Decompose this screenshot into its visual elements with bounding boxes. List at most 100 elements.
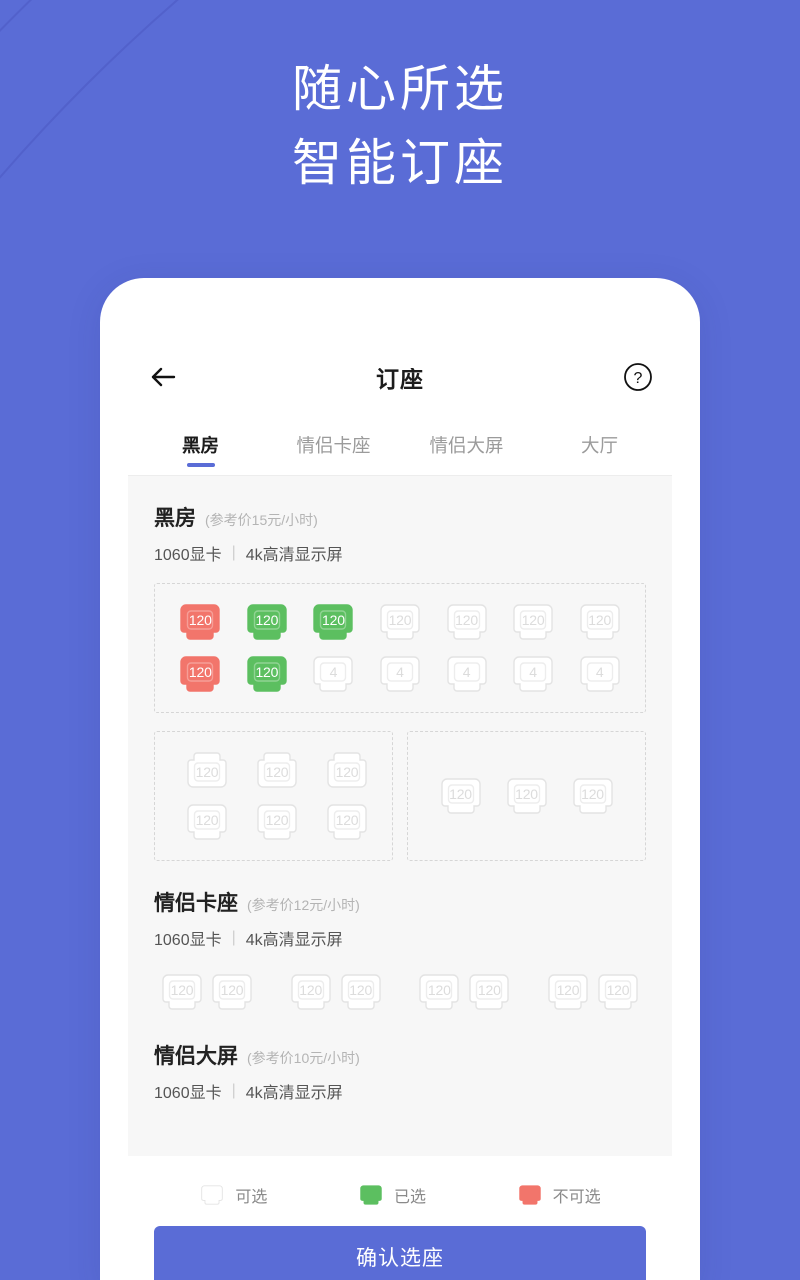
- legend-label: 可选: [235, 1189, 268, 1206]
- seat-zone-main: 120 120 120 120 120 120 120 120 120 4 4 …: [154, 583, 646, 713]
- seat-avail[interactable]: 4: [309, 652, 357, 696]
- seat-avail[interactable]: 4: [576, 652, 624, 696]
- seat-avail[interactable]: 120: [287, 970, 335, 1014]
- tab-couple-bigscreen[interactable]: 情侣大屏: [400, 414, 533, 475]
- legend-item-available: 可选: [199, 1183, 267, 1207]
- seat-number: 120: [255, 612, 279, 628]
- section-price: (参考价10元/小时): [247, 1050, 360, 1066]
- seat-avail[interactable]: 120: [415, 970, 463, 1014]
- seat-avail[interactable]: 120: [465, 970, 513, 1014]
- seat-sel[interactable]: 120: [243, 652, 291, 696]
- seat-avail[interactable]: 120: [576, 600, 624, 644]
- seat-avail[interactable]: 4: [509, 652, 557, 696]
- headline-line-2: 智能订座: [292, 135, 508, 191]
- seat-map-scroll-area[interactable]: 黑房 (参考价15元/小时) 1060显卡 | 4k高清显示屏 120 120 …: [128, 476, 672, 1280]
- couple-seat-pair[interactable]: 120 120: [287, 970, 385, 1014]
- legend-item-selected: 已选: [358, 1183, 426, 1207]
- seat-sel[interactable]: 120: [309, 600, 357, 644]
- couple-seat-pair[interactable]: 120 120: [544, 970, 642, 1014]
- seat-avail[interactable]: 120: [183, 800, 231, 844]
- tab-hall[interactable]: 大厅: [533, 414, 666, 475]
- back-button[interactable]: [146, 360, 180, 394]
- question-circle-icon: ?: [624, 363, 652, 391]
- section-spec: 1060显卡 | 4k高清显示屏: [154, 541, 646, 565]
- seat-number: 120: [606, 982, 630, 998]
- tab-label: 情侣卡座: [296, 434, 371, 456]
- seat-avail[interactable]: 4: [376, 652, 424, 696]
- arrow-left-icon: [151, 367, 176, 387]
- seat-number: 120: [335, 764, 359, 780]
- tab-label: 情侣大屏: [429, 434, 504, 456]
- section-title: 黑房: [154, 507, 196, 530]
- spec-gpu: 1060显卡: [154, 932, 222, 949]
- seat-avail[interactable]: 120: [253, 748, 301, 792]
- seat-avail[interactable]: 120: [376, 600, 424, 644]
- seat-avail[interactable]: 120: [509, 600, 557, 644]
- seat-row: 120 120 120: [420, 774, 633, 818]
- seat-avail[interactable]: 120: [183, 748, 231, 792]
- tab-black-room[interactable]: 黑房: [134, 414, 267, 475]
- seat-unavail: 120: [176, 600, 224, 644]
- legend-label: 已选: [393, 1189, 426, 1206]
- confirm-seat-button[interactable]: 确认选座: [154, 1226, 646, 1280]
- seat-number: 120: [188, 664, 212, 680]
- section-title: 情侣大屏: [154, 1045, 238, 1068]
- seat-number: 120: [455, 612, 478, 628]
- section-couple-bigscreen: 情侣大屏 (参考价10元/小时) 1060显卡 | 4k高清显示屏: [128, 1014, 672, 1103]
- seat-avail[interactable]: 120: [503, 774, 551, 818]
- seat-number: 120: [265, 812, 289, 828]
- seat-number: 4: [595, 664, 604, 680]
- spec-gpu: 1060显卡: [154, 1085, 222, 1102]
- seat-avail[interactable]: 120: [323, 800, 371, 844]
- seat-avail[interactable]: 120: [437, 774, 485, 818]
- seat-number: 4: [462, 664, 471, 680]
- seat-number: 120: [521, 612, 545, 628]
- tab-couple-booth[interactable]: 情侣卡座: [267, 414, 400, 475]
- seat-number: 120: [388, 612, 412, 628]
- seat-number: 120: [188, 612, 212, 628]
- tab-label: 大厅: [580, 434, 618, 456]
- seat-number: 4: [529, 664, 537, 680]
- legend-item-unavailable: 不可选: [517, 1183, 601, 1207]
- seat-number: 120: [449, 786, 472, 802]
- couple-seat-pair[interactable]: 120 120: [415, 970, 513, 1014]
- legend-label: 不可选: [552, 1189, 601, 1206]
- seat-avail[interactable]: 120: [443, 600, 491, 644]
- room-type-tabbar[interactable]: 黑房 情侣卡座 情侣大屏 大厅: [128, 414, 672, 476]
- tab-active-indicator: [186, 463, 215, 467]
- spec-screen: 4k高清显示屏: [245, 932, 343, 949]
- spec-screen: 4k高清显示屏: [245, 1085, 343, 1102]
- seat-number: 120: [322, 612, 345, 628]
- seat-avail[interactable]: 120: [569, 774, 617, 818]
- seat-number: 120: [477, 982, 501, 998]
- seat-avail[interactable]: 120: [544, 970, 592, 1014]
- seat-unavailable-icon: [517, 1183, 543, 1207]
- couple-seat-pair[interactable]: 120 120: [158, 970, 256, 1014]
- seat-sel[interactable]: 120: [243, 600, 291, 644]
- spec-divider: |: [231, 1082, 236, 1099]
- seat-row: 120 120 4 4 4 4 4: [167, 652, 633, 696]
- seat-avail[interactable]: 120: [323, 748, 371, 792]
- bottom-action-bar: 可选 已选 不可选 确认选座: [128, 1156, 672, 1280]
- seat-number: 120: [170, 982, 194, 998]
- seat-avail[interactable]: 120: [208, 970, 256, 1014]
- seat-avail[interactable]: 120: [253, 800, 301, 844]
- seat-avail[interactable]: 120: [158, 970, 206, 1014]
- seat-avail[interactable]: 120: [594, 970, 642, 1014]
- help-button[interactable]: ?: [622, 361, 654, 393]
- promo-poster: 随心所选 智能订座 订座 ? 黑房 情侣卡座 情侣大屏 大厅 黑房 (参考价15…: [0, 0, 800, 1280]
- seat-zone-right: 120 120 120: [407, 731, 646, 861]
- seat-number: 120: [581, 786, 604, 802]
- seat-number: 120: [195, 764, 219, 780]
- section-couple-booth: 情侣卡座 (参考价12元/小时) 1060显卡 | 4k高清显示屏 120 12…: [128, 861, 672, 1014]
- spec-gpu: 1060显卡: [154, 547, 222, 564]
- seat-number: 120: [299, 982, 323, 998]
- seat-number: 120: [265, 764, 289, 780]
- seat-avail[interactable]: 4: [443, 652, 491, 696]
- section-price: (参考价12元/小时): [247, 897, 360, 913]
- seat-avail[interactable]: 120: [337, 970, 385, 1014]
- seat-zone-left: 120 120 120 120 120 120: [154, 731, 393, 861]
- seat-number: 4: [329, 664, 338, 680]
- seat-available-icon: [199, 1183, 225, 1207]
- spec-screen: 4k高清显示屏: [245, 547, 343, 564]
